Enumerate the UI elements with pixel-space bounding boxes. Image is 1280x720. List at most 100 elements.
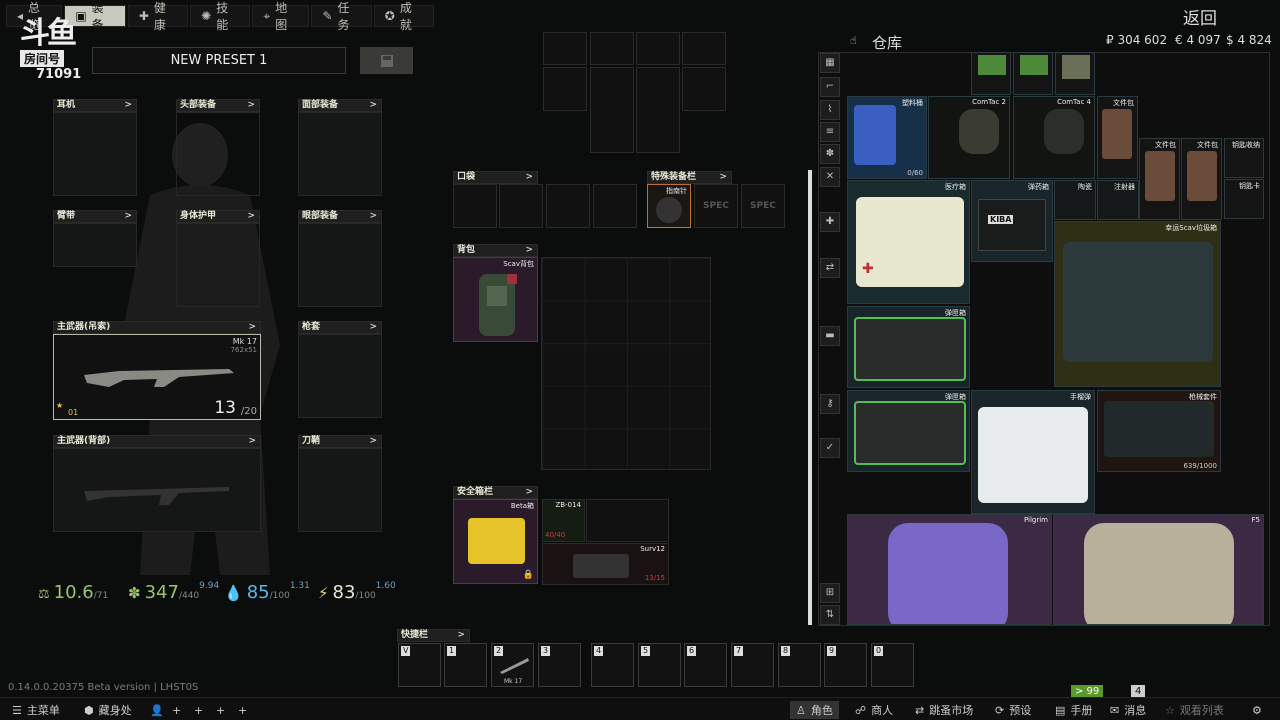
holodeck-item[interactable]: 陶瓷 (1054, 180, 1096, 220)
euros-balance: € 4 097 (1175, 33, 1221, 47)
stash-item[interactable] (1055, 52, 1095, 95)
plastic-canister-item[interactable]: 塑料桶 0/60 (847, 96, 927, 179)
armband-slot[interactable] (53, 223, 137, 267)
ammo-case-item[interactable]: 弹药箱 KIBA (971, 180, 1053, 262)
tab-map[interactable]: ⌖ 地图 (252, 1, 310, 32)
headwear-slot[interactable] (176, 112, 260, 196)
add-friend-button[interactable]: + (216, 701, 225, 719)
back-button[interactable]: 返回 (1170, 4, 1230, 29)
pilgrim-backpack-item[interactable]: Pilgrim (847, 514, 1052, 625)
surv12-item[interactable]: Surv12 13/15 (542, 543, 669, 585)
filter-barter-icon[interactable]: ⇄ (820, 258, 840, 278)
profile-button[interactable]: 👤 (150, 701, 164, 719)
presets-button[interactable]: ⟳ 预设 (995, 701, 1031, 719)
filter-special-icon[interactable]: ✕ (820, 167, 840, 187)
handbook-button[interactable]: ▤ 手册 (1055, 701, 1092, 719)
tactical-rig-grid (540, 32, 730, 154)
filter-cases-icon[interactable]: ▬ (820, 326, 840, 346)
comtac2-item[interactable]: ComTac 2 (928, 96, 1010, 179)
sort-icon[interactable]: ⇅ (820, 605, 840, 625)
lucky-scav-junkbox-item[interactable]: 幸运Scav垃圾箱 (1054, 221, 1221, 387)
injector-case-item[interactable]: 注射器 (1097, 180, 1139, 220)
watchlist-button[interactable]: ☆ 观看列表 (1165, 701, 1224, 719)
comtac4-item[interactable]: ComTac 4 (1013, 96, 1095, 179)
filter-ammo-icon[interactable]: ≡ (820, 122, 840, 142)
hideout-button[interactable]: ⬢ 藏身处 (84, 701, 132, 719)
version-label: 0.14.0.0.20375 Beta version | LHST0S (8, 682, 199, 693)
medicine-case-item[interactable]: 医疗箱 ✚ (847, 180, 970, 304)
pocket-slot[interactable] (546, 184, 590, 228)
compass-slot[interactable]: 指南针 (647, 184, 691, 228)
stash-item[interactable] (971, 52, 1011, 95)
key-tool-item[interactable]: 钥匙收纳 (1224, 138, 1264, 178)
holster-slot[interactable] (298, 334, 382, 418)
scabbard-slot[interactable] (298, 448, 382, 532)
save-preset-button[interactable] (360, 47, 413, 74)
backpack-grid[interactable] (541, 257, 711, 470)
earpiece-slot[interactable] (53, 112, 137, 196)
quick-slot[interactable]: 3 (538, 643, 581, 687)
quick-slot[interactable]: 8 (778, 643, 821, 687)
tab-tasks[interactable]: ✎ 任务 (311, 1, 372, 32)
quick-slot[interactable]: 7 (731, 643, 774, 687)
tab-health[interactable]: ✚ 健康 (127, 1, 189, 32)
filter-meds-icon[interactable]: ✚ (820, 212, 840, 232)
messages-icon: ✉ (1110, 703, 1120, 717)
pocket-slot[interactable] (499, 184, 543, 228)
documents-case-item[interactable]: 文件包 (1139, 138, 1180, 220)
gear-icon: ⚙ (1252, 703, 1262, 717)
thicc-case-item[interactable]: 手榴弹 (971, 390, 1095, 514)
quick-slot[interactable]: 5 (638, 643, 681, 687)
quick-slot[interactable]: 9 (824, 643, 867, 687)
filter-all-icon[interactable]: ▦ (820, 53, 840, 73)
documents-case-item[interactable]: 文件包 (1181, 138, 1222, 220)
body-armor-slot[interactable] (176, 223, 260, 307)
spec-slot[interactable]: SPEC (741, 184, 785, 228)
primary-sling-slot[interactable]: Mk 17 762x51 ★ 01 13 /20 (53, 334, 261, 420)
character-button[interactable]: ♙ 角色 (790, 701, 839, 719)
pocket-slot[interactable] (453, 184, 497, 228)
flea-market-button[interactable]: ⇄ 跳蚤市场 (915, 701, 973, 719)
stash-scrollbar[interactable] (808, 170, 812, 625)
pocket-slot[interactable] (593, 184, 637, 228)
tab-achievements[interactable]: ✪ 成就 (373, 1, 435, 32)
add-friend-button[interactable]: + (238, 701, 247, 719)
weapon-case-item[interactable]: 枪械套件 639/1000 (1097, 390, 1221, 472)
zb014-item[interactable]: ZB-014 40/40 (542, 499, 585, 542)
primary-back-slot[interactable] (53, 448, 261, 532)
traders-button[interactable]: ☍ 商人 (855, 701, 893, 719)
filter-keys-icon[interactable]: ⚷ (820, 394, 840, 414)
filter-weapons-icon[interactable]: ⌐ (820, 77, 840, 97)
eyewear-slot[interactable] (298, 223, 382, 307)
face-cover-slot[interactable] (298, 112, 382, 196)
grenade-case-item[interactable]: 弹匣箱 (847, 390, 970, 472)
add-friend-button[interactable]: + (194, 701, 203, 719)
quick-slot[interactable]: 0 (871, 643, 914, 687)
add-friend-button[interactable]: + (172, 701, 181, 719)
grenade-case-item[interactable]: 弹匣箱 (847, 306, 970, 388)
secure-container-slot[interactable]: Beta箱 🔒 (453, 499, 538, 584)
quick-slot[interactable]: 2 Mk 17 (491, 643, 534, 687)
keycard-holder-item[interactable]: 钥匙卡 (1224, 179, 1264, 219)
quick-slot[interactable]: 6 (684, 643, 727, 687)
stash-item[interactable] (1013, 52, 1053, 95)
holster-slot-header: 枪套 (298, 321, 382, 334)
messenger-button[interactable]: ✉ 消息 (1110, 701, 1146, 719)
main-menu-button[interactable]: ☰ 主菜单 (12, 701, 60, 719)
documents-case-item[interactable]: 文件包 (1097, 96, 1138, 179)
filter-quest-icon[interactable]: ✓ (820, 438, 840, 458)
weight-icon: ⚖ (38, 587, 50, 602)
filter-containers-icon[interactable]: ✽ (820, 144, 840, 164)
preset-name-field[interactable]: NEW PRESET 1 (92, 47, 346, 74)
f5-backpack-item[interactable]: F5 (1053, 514, 1264, 625)
quick-slot[interactable]: 1 (444, 643, 487, 687)
secure-cell[interactable] (586, 499, 669, 542)
backpack-slot[interactable]: Scav背包 (453, 257, 538, 342)
filter-gear-icon[interactable]: ⌇ (820, 100, 840, 120)
sort-grid-icon[interactable]: ⊞ (820, 583, 840, 603)
settings-button[interactable]: ⚙ (1252, 701, 1262, 719)
tab-skills[interactable]: ✺ 技能 (190, 1, 251, 32)
quick-slot[interactable]: V (398, 643, 441, 687)
quick-slot[interactable]: 4 (591, 643, 634, 687)
spec-slot[interactable]: SPEC (694, 184, 738, 228)
